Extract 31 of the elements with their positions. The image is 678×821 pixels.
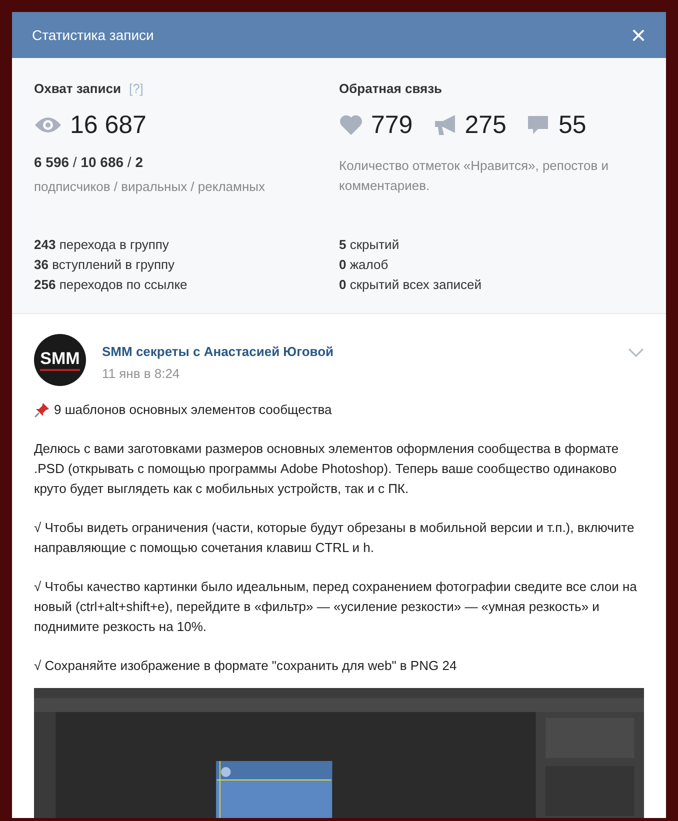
- stat-line: 0 жалоб: [339, 256, 390, 274]
- stat-line: 36 вступлений в группу: [34, 256, 176, 274]
- author-link[interactable]: SMM секреты с Анастасией Юговой: [102, 342, 628, 361]
- close-button[interactable]: ×: [630, 22, 646, 48]
- post-paragraph: Делюсь с вами заготовками размеров основных элементов оформления сообщества в формате .PSD (открывать с помощью программы Adobe Photoshop). Теперь ваше сообщество одинаково круто будет выглядеть как с мобильных устройств, так и с ПК.: [34, 440, 620, 498]
- stat-line: 0 скрытий всех записей: [339, 276, 482, 294]
- post-date: 11 янв в 8:24: [102, 365, 181, 383]
- heart-icon: [339, 114, 363, 136]
- stat-line: 256 переходов по ссылке: [34, 276, 188, 294]
- section-title: Обратная связь: [339, 80, 444, 98]
- chevron-down-icon[interactable]: [628, 348, 644, 358]
- reach-split: 6 596 / 10 686 / 2: [34, 153, 144, 172]
- avatar-logo-text: SMM: [40, 348, 80, 370]
- counter-value: 275: [464, 110, 506, 140]
- post-paragraph: √ Чтобы видеть ограничения (части, которые будут обрезаны в мобильной версии и т.п.), включите направляющие с помощью сочетания клавиш CTRL и h.: [34, 518, 636, 557]
- pushpin-icon: [34, 402, 50, 418]
- reach-caption: подписчиков / виральных / рекламных: [34, 178, 266, 196]
- community-avatar[interactable]: SMM: [34, 334, 86, 386]
- section-title: Охват записи: [34, 80, 121, 98]
- post-paragraph: √ Чтобы качество картинки было идеальным, перед сохранением фотографии сведите все слои на новый (ctrl+alt+shift+e), перейдите в «фильтр» — «усиление резкости» — «умная резкость» и поднимите резкость на 10%.: [34, 578, 638, 636]
- counter-value: 779: [371, 110, 413, 140]
- post-paragraph: √ Сохраняйте изображение в формате "сохранить для web" в PNG 24: [34, 656, 458, 675]
- reach-total: 16 687: [70, 110, 146, 140]
- eye-icon: [34, 116, 62, 134]
- stat-line: 5 скрытий: [339, 236, 400, 254]
- stat-line: 243 перехода в группу: [34, 236, 170, 254]
- modal-title: Статистика записи: [32, 26, 154, 44]
- feedback-caption: Количество отметок «Нравится», репостов и комментариев.: [339, 157, 610, 195]
- megaphone-icon: [432, 113, 457, 138]
- post-heading: 9 шаблонов основных элементов сообщества: [54, 400, 332, 419]
- counter-value: 55: [558, 110, 586, 140]
